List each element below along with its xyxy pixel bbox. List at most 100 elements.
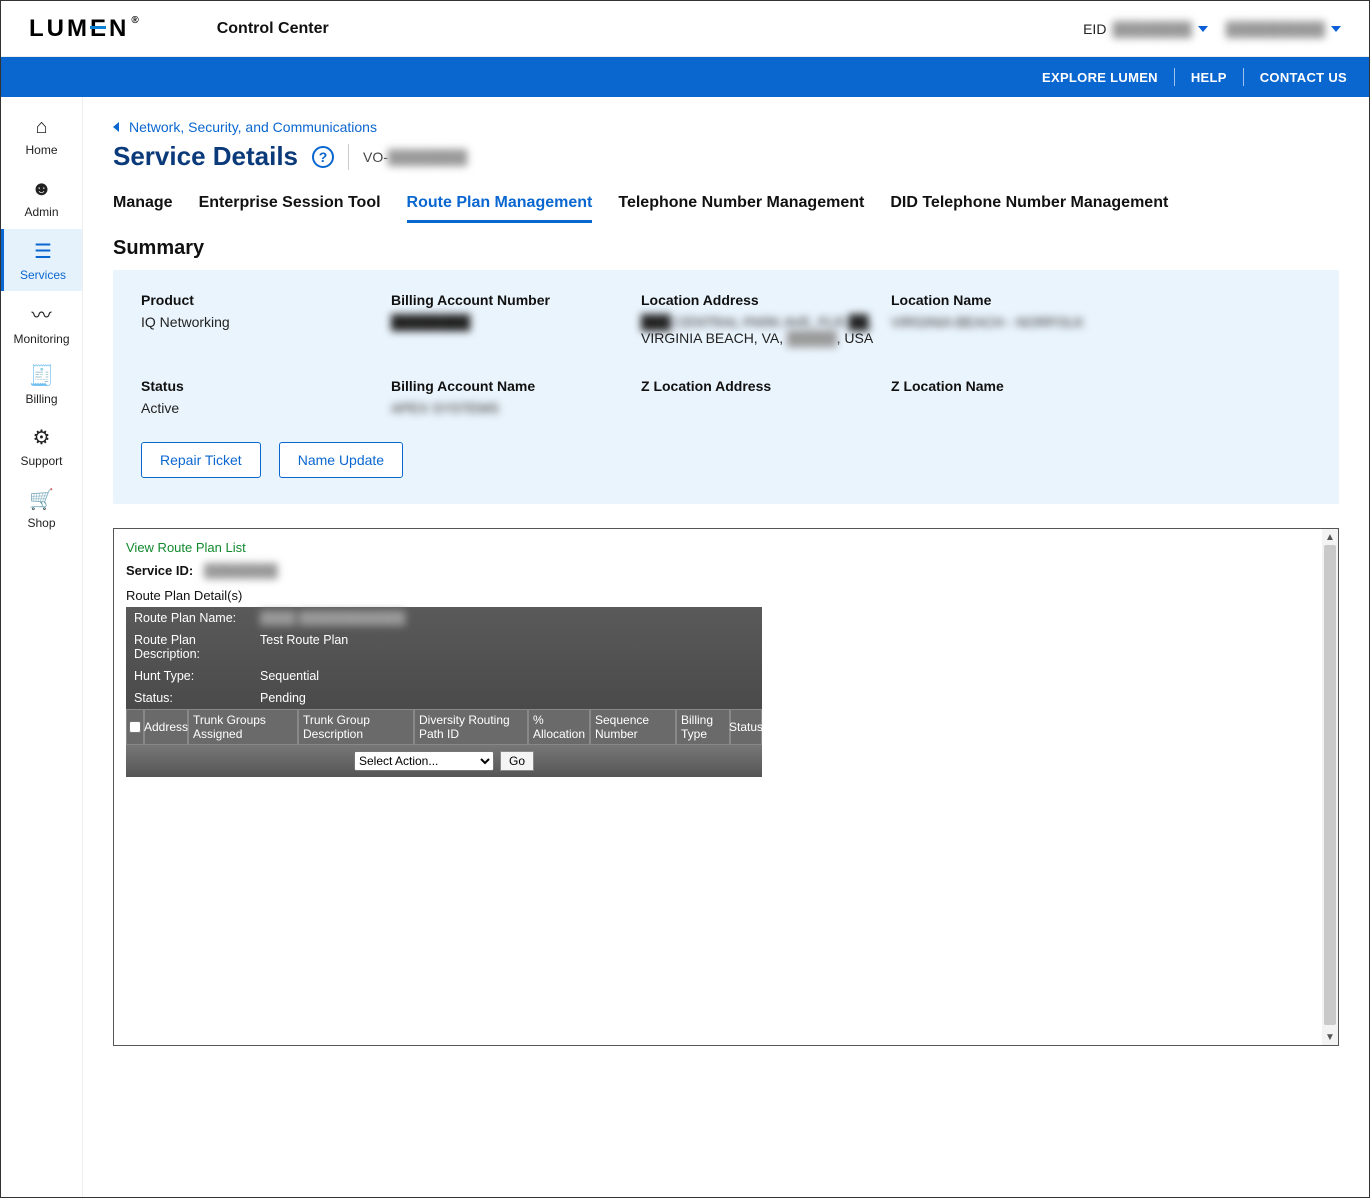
divider	[1243, 68, 1244, 86]
view-route-plan-list-link[interactable]: View Route Plan List	[126, 540, 246, 555]
brand-logo[interactable]: LUMEN®	[29, 15, 139, 43]
route-plan-status-value: Pending	[260, 691, 306, 705]
sidebar: ⌂ Home ☻ Admin ☰ Services 〰 Monitoring 🧾…	[1, 97, 83, 1197]
location-name-label: Location Name	[891, 292, 1131, 308]
location-name-value: VIRGINIA BEACH - NORFOLK	[891, 314, 1131, 330]
contact-link[interactable]: CONTACT US	[1260, 70, 1347, 85]
route-plan-header: Route Plan Name:████ ████████████ Route …	[126, 607, 762, 709]
select-all-checkbox[interactable]	[129, 721, 141, 733]
location-address-line2: VIRGINIA BEACH, VA, █████, USA	[641, 330, 881, 346]
scroll-up-icon[interactable]: ▲	[1322, 529, 1338, 545]
route-plan-status-label: Status:	[134, 691, 260, 705]
route-plan-name-value: ████ ████████████	[260, 611, 405, 625]
route-plan-desc-value: Test Route Plan	[260, 633, 348, 661]
col-status: Status	[730, 709, 762, 745]
z-location-name-label: Z Location Name	[891, 378, 1131, 394]
z-location-address-label: Z Location Address	[641, 378, 881, 394]
route-plan-name-label: Route Plan Name:	[134, 611, 260, 625]
tabs: Manage Enterprise Session Tool Route Pla…	[113, 194, 1339, 223]
quick-links-bar: EXPLORE LUMEN HELP CONTACT US	[1, 57, 1369, 97]
tab-did-telephone-number-management[interactable]: DID Telephone Number Management	[890, 194, 1168, 223]
col-billing-type: Billing Type	[676, 709, 730, 745]
panel-service-id: Service ID: ████████	[126, 563, 1326, 578]
scroll-down-icon[interactable]: ▼	[1322, 1029, 1338, 1045]
help-icon[interactable]: ?	[312, 146, 334, 168]
sidebar-item-services[interactable]: ☰ Services	[1, 229, 82, 291]
go-button[interactable]: Go	[500, 751, 534, 771]
sidebar-item-admin[interactable]: ☻ Admin	[1, 167, 82, 229]
status-value: Active	[141, 400, 381, 416]
route-plan-action-bar: Select Action... Go	[126, 745, 762, 777]
breadcrumb[interactable]: Network, Security, and Communications	[113, 119, 1339, 135]
col-allocation: % Allocation	[528, 709, 590, 745]
service-id: VO-████████	[363, 149, 467, 165]
route-plan-details-label: Route Plan Detail(s)	[126, 588, 1326, 603]
panel-service-id-label: Service ID:	[126, 563, 193, 578]
col-trunk-group-description: Trunk Group Description	[298, 709, 414, 745]
hunt-type-label: Hunt Type:	[134, 669, 260, 683]
product-value: IQ Networking	[141, 314, 381, 330]
sidebar-item-label: Monitoring	[13, 332, 69, 346]
home-icon: ⌂	[35, 116, 47, 139]
name-update-button[interactable]: Name Update	[279, 442, 403, 478]
app-title: Control Center	[217, 20, 329, 38]
chevron-down-icon	[1331, 26, 1341, 32]
eid-selector[interactable]: EID ████████	[1083, 21, 1208, 37]
list-icon: ☰	[34, 239, 52, 264]
sidebar-item-label: Admin	[24, 205, 58, 219]
chevron-down-icon	[1198, 26, 1208, 32]
breadcrumb-label: Network, Security, and Communications	[129, 119, 377, 135]
divider	[348, 144, 349, 170]
sidebar-item-label: Billing	[25, 392, 57, 406]
billing-account-name-label: Billing Account Name	[391, 378, 631, 394]
tab-route-plan-management[interactable]: Route Plan Management	[407, 194, 593, 223]
explore-link[interactable]: EXPLORE LUMEN	[1042, 70, 1158, 85]
summary-box: Product IQ Networking Billing Account Nu…	[113, 270, 1339, 504]
route-plan-desc-label: Route Plan Description:	[134, 633, 260, 661]
tab-manage[interactable]: Manage	[113, 194, 173, 223]
panel-service-id-value: ████████	[204, 563, 278, 578]
col-trunk-groups-assigned: Trunk Groups Assigned	[188, 709, 298, 745]
tab-enterprise-session-tool[interactable]: Enterprise Session Tool	[199, 194, 381, 223]
sidebar-item-shop[interactable]: 🛒 Shop	[1, 477, 82, 539]
scroll-thumb[interactable]	[1324, 545, 1336, 1025]
help-link[interactable]: HELP	[1191, 70, 1227, 85]
billing-account-number-value: ████████	[391, 314, 631, 330]
status-label: Status	[141, 378, 381, 394]
top-bar: LUMEN® Control Center EID ████████ █████…	[1, 1, 1369, 57]
billing-account-name-value: APEX SYSTEMS	[391, 400, 631, 416]
sidebar-item-support[interactable]: ⚙ Support	[1, 415, 82, 477]
location-address-line1: ███ CENTRAL PARK AVE, FLR ██,	[641, 314, 881, 330]
sidebar-item-billing[interactable]: 🧾 Billing	[1, 353, 82, 415]
sidebar-item-monitoring[interactable]: 〰 Monitoring	[1, 291, 82, 353]
user-selector[interactable]: ██████████	[1226, 21, 1341, 37]
tab-telephone-number-management[interactable]: Telephone Number Management	[618, 194, 864, 223]
repair-ticket-button[interactable]: Repair Ticket	[141, 442, 261, 478]
col-address: Address	[144, 709, 188, 745]
gear-icon: ⚙	[33, 425, 51, 450]
action-select[interactable]: Select Action...	[354, 751, 494, 771]
content-area: Network, Security, and Communications Se…	[83, 97, 1369, 1197]
eid-label: EID	[1083, 21, 1106, 37]
location-address-label: Location Address	[641, 292, 881, 308]
invoice-icon: 🧾	[29, 363, 54, 388]
page-title: Service Details	[113, 141, 298, 172]
summary-heading: Summary	[113, 237, 1339, 260]
col-sequence-number: Sequence Number	[590, 709, 676, 745]
scrollbar[interactable]: ▲ ▼	[1322, 529, 1338, 1045]
col-diversity-routing-path-id: Diversity Routing Path ID	[414, 709, 528, 745]
route-plan-table-header: Address Trunk Groups Assigned Trunk Grou…	[126, 709, 762, 745]
hunt-type-value: Sequential	[260, 669, 319, 683]
product-label: Product	[141, 292, 381, 308]
activity-icon: 〰	[32, 299, 52, 328]
divider	[1174, 68, 1175, 86]
select-all-cell	[126, 709, 144, 745]
billing-account-number-label: Billing Account Number	[391, 292, 631, 308]
chevron-left-icon	[113, 122, 119, 132]
route-plan-detail-panel: View Route Plan List Service ID: ███████…	[113, 528, 1339, 1046]
sidebar-item-home[interactable]: ⌂ Home	[1, 105, 82, 167]
service-id-value: ████████	[388, 149, 467, 165]
sidebar-item-label: Services	[20, 268, 66, 282]
eid-value: ████████	[1112, 21, 1191, 37]
cart-icon: 🛒	[29, 487, 54, 512]
